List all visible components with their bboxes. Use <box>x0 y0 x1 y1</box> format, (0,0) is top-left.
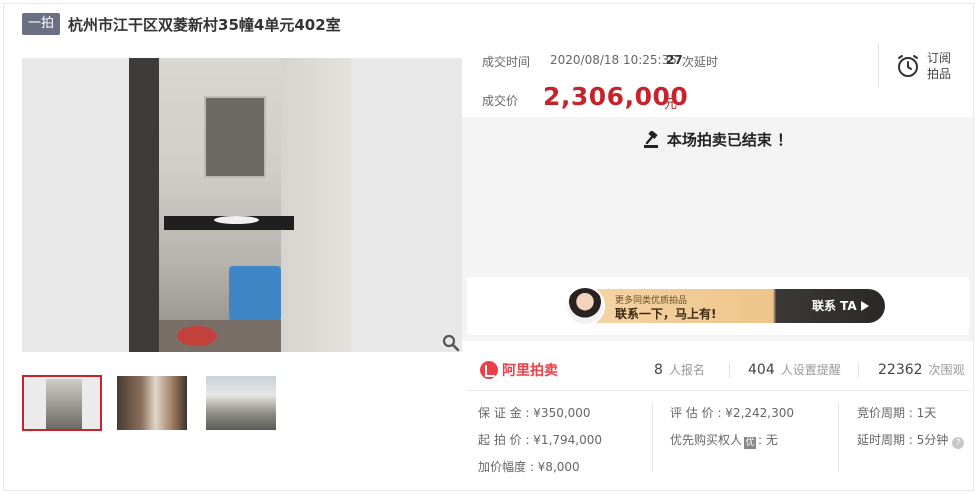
photo-wall-left <box>129 58 159 352</box>
stat-divider-2 <box>858 362 859 378</box>
logo-text: 阿里拍卖 <box>502 363 558 379</box>
deal-time-label: 成交时间 <box>482 55 531 69</box>
info-divider-1 <box>652 402 653 472</box>
subscribe-line-2: 拍品 <box>927 67 952 81</box>
photo-red-basin <box>177 326 217 346</box>
priority-value: : 无 <box>758 433 778 447</box>
priority-info: 优先购买权人优: 无 <box>670 431 778 449</box>
stats-divider-line <box>466 390 971 391</box>
title-row: 一拍 杭州市江干区双菱新村35幢4单元402室 <box>22 12 341 36</box>
deposit-info: 保 证 金 : ¥350,000 <box>478 406 591 420</box>
auction-ended-message: 本场拍卖已结束 ！ <box>462 129 973 150</box>
deal-price-unit: 元 <box>664 97 678 112</box>
delay-period-info: 延时周期 : 5分钟? <box>857 431 965 449</box>
auction-ended-text: 本场拍卖已结束 ！ <box>666 131 793 149</box>
start-price-info: 起 拍 价 : ¥1,794,000 <box>478 433 603 447</box>
auction-round-badge: 一拍 <box>22 13 61 35</box>
banner-big-text: 联系一下，马上有! <box>615 307 717 321</box>
delay-count: 27 <box>666 53 683 67</box>
increment-info: 加价幅度 : ¥8,000 <box>478 460 580 474</box>
signups-label: 人报名 <box>668 363 705 377</box>
signups-stat: 8 人报名 <box>654 361 705 378</box>
info-divider-2 <box>838 402 839 472</box>
delay-period-text: 延时周期 : 5分钟 <box>857 433 949 447</box>
property-title: 杭州市江干区双菱新村35幢4单元402室 <box>68 15 341 34</box>
main-photo[interactable] <box>22 58 462 352</box>
alarm-clock-icon <box>898 55 918 77</box>
subscribe-line-1: 订阅 <box>927 51 952 65</box>
photo-mirror <box>204 96 266 178</box>
contact-ta-button[interactable]: 联系 TA <box>812 297 869 314</box>
auction-ended-panel: 本场拍卖已结束 ！ 更多同类优质拍品 联系一下，马上有! 联系 TA <box>462 117 973 341</box>
auction-hammer-icon <box>643 130 658 148</box>
photo-wall-right <box>281 58 351 352</box>
views-count: 22362 <box>878 362 923 378</box>
reminders-label: 人设置提醒 <box>780 363 841 377</box>
reminders-stat: 404 人设置提醒 <box>748 361 841 378</box>
signups-count: 8 <box>654 362 663 378</box>
reminders-count: 404 <box>748 362 775 378</box>
triangle-right-icon <box>860 300 869 311</box>
photo-bucket <box>229 266 281 326</box>
subscribe-divider <box>878 43 879 87</box>
agent-avatar <box>565 286 605 326</box>
thumbnail-1-image <box>46 379 82 429</box>
bathroom-photo <box>129 58 351 352</box>
stat-divider-1 <box>729 362 730 378</box>
alibaba-auction-logo: 阿里拍卖 <box>480 360 558 380</box>
contact-ta-label: 联系 TA <box>812 299 857 313</box>
photo-sink <box>214 216 259 224</box>
logo-mark-icon <box>480 361 498 379</box>
appraisal-info: 评 估 价 : ¥2,242,300 <box>670 406 795 420</box>
views-label: 次围观 <box>928 363 965 377</box>
deal-price-label: 成交价 <box>482 94 519 108</box>
priority-label: 优先购买权人 <box>670 433 743 447</box>
help-icon[interactable]: ? <box>952 437 965 449</box>
priority-badge: 优 <box>744 437 757 449</box>
thumbnail-1[interactable] <box>22 375 102 431</box>
magnifier-icon[interactable] <box>441 333 461 353</box>
subscribe-button[interactable]: 订阅 拍品 <box>895 46 965 86</box>
delay-label: 次延时 <box>682 55 719 69</box>
bid-period-info: 竞价周期 : 1天 <box>857 406 937 420</box>
thumbnail-2[interactable] <box>117 376 187 430</box>
contact-banner[interactable]: 更多同类优质拍品 联系一下，马上有! 联系 TA <box>467 277 969 335</box>
views-stat: 22362 次围观 <box>878 361 965 378</box>
deal-time-value: 2020/08/18 10:25:35 <box>550 53 677 67</box>
thumbnail-3[interactable] <box>206 376 276 430</box>
subscribe-text: 订阅 拍品 <box>927 50 951 82</box>
